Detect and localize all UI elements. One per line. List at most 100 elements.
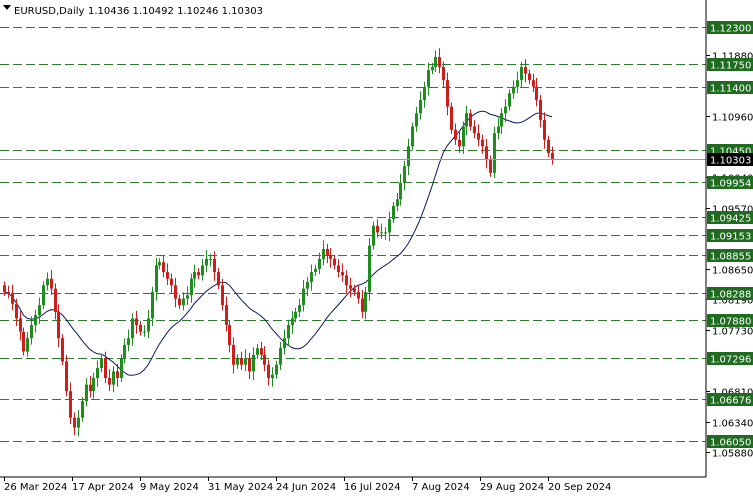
- candle-body: [127, 338, 130, 345]
- candle-body: [120, 358, 123, 378]
- date-label: 31 May 2024: [208, 482, 273, 493]
- candle-body: [298, 305, 301, 312]
- candle-body: [7, 291, 10, 294]
- candle-body: [3, 285, 6, 292]
- candle-body: [368, 245, 371, 292]
- candle-body: [489, 159, 492, 173]
- candle-body: [361, 298, 364, 312]
- candle-body: [221, 285, 224, 306]
- candle-body: [174, 285, 177, 299]
- chart-background: [0, 0, 753, 497]
- candle-body: [57, 311, 60, 339]
- candle-body: [310, 272, 313, 283]
- candle-body: [512, 86, 515, 94]
- candle-body: [364, 291, 367, 312]
- candle-body: [34, 315, 37, 326]
- level-label: 1.07880: [710, 317, 751, 328]
- candle-body: [415, 113, 418, 127]
- candle-body: [481, 139, 484, 147]
- candle-body: [465, 113, 468, 127]
- candle-body: [197, 272, 200, 276]
- candle-body: [158, 262, 161, 266]
- candle-body: [193, 272, 196, 279]
- candlestick-chart[interactable]: 1.118801.109601.100401.095701.086501.081…: [0, 0, 753, 497]
- current-price-label: 1.10303: [707, 153, 753, 167]
- candle-body: [65, 361, 68, 392]
- candle-body: [92, 377, 95, 392]
- candle-body: [419, 100, 422, 114]
- candle-body: [213, 258, 216, 273]
- candle-body: [123, 344, 126, 359]
- candle-body: [19, 318, 22, 332]
- candle-body: [458, 139, 461, 147]
- candle-body: [108, 377, 111, 385]
- candle-body: [384, 232, 387, 234]
- candle-body: [287, 325, 290, 339]
- candle-body: [81, 401, 84, 418]
- candle-body: [543, 119, 546, 140]
- level-label: 1.06676: [710, 396, 751, 407]
- date-label: 16 Jul 2024: [344, 482, 401, 493]
- candle-body: [38, 305, 41, 316]
- candle-body: [528, 73, 531, 81]
- candle-body: [314, 268, 317, 273]
- candle-body: [228, 325, 231, 345]
- candle-body: [396, 199, 399, 206]
- candle-body: [104, 358, 107, 378]
- candle-body: [96, 368, 99, 378]
- candle-body: [232, 344, 235, 365]
- candle-body: [112, 371, 115, 385]
- candle-body: [209, 258, 212, 260]
- candle-body: [349, 285, 352, 289]
- candle-body: [271, 374, 274, 378]
- candle-body: [170, 278, 173, 286]
- candle-body: [15, 303, 18, 319]
- date-label: 20 Sep 2024: [548, 482, 611, 493]
- candle-body: [477, 133, 480, 140]
- candle-body: [77, 417, 80, 428]
- candle-body: [322, 248, 325, 259]
- level-label: 1.08855: [710, 252, 751, 263]
- candle-body: [135, 318, 138, 326]
- level-label: 1.06050: [710, 438, 751, 449]
- candle-body: [388, 219, 391, 233]
- level-label: 1.11400: [710, 84, 751, 95]
- candle-body: [497, 126, 500, 134]
- candle-body: [42, 285, 45, 306]
- candle-body: [294, 311, 297, 319]
- candle-body: [357, 291, 360, 299]
- candle-body: [279, 348, 282, 365]
- candle-body: [256, 348, 259, 355]
- level-label: 1.08288: [710, 290, 751, 301]
- candle-body: [353, 288, 356, 292]
- level-label: 1.09954: [710, 179, 751, 190]
- candle-body: [520, 66, 523, 81]
- candle-body: [116, 371, 119, 378]
- candle-body: [85, 384, 88, 402]
- candle-body: [329, 255, 332, 259]
- candle-body: [532, 80, 535, 87]
- candle-body: [100, 358, 103, 369]
- candle-body: [372, 225, 375, 246]
- candle-body: [306, 282, 309, 289]
- candle-body: [46, 278, 49, 286]
- candle-body: [434, 57, 437, 67]
- candle-body: [166, 272, 169, 279]
- candle-body: [326, 248, 329, 256]
- candle-body: [473, 126, 476, 134]
- candle-body: [454, 129, 457, 140]
- candle-body: [267, 364, 270, 378]
- candle-body: [217, 272, 220, 286]
- candle-body: [89, 384, 92, 392]
- price-tick-label: 1.10960: [712, 113, 753, 124]
- candle-body: [240, 358, 243, 365]
- candle-body: [438, 57, 441, 67]
- chart-window[interactable]: 1.118801.109601.100401.095701.086501.081…: [0, 0, 753, 497]
- candle-body: [392, 205, 395, 220]
- candle-body: [162, 262, 165, 273]
- candle-body: [403, 166, 406, 183]
- candle-body: [524, 66, 527, 74]
- candle-body: [26, 338, 29, 352]
- candle-body: [508, 93, 511, 107]
- candle-body: [551, 152, 554, 160]
